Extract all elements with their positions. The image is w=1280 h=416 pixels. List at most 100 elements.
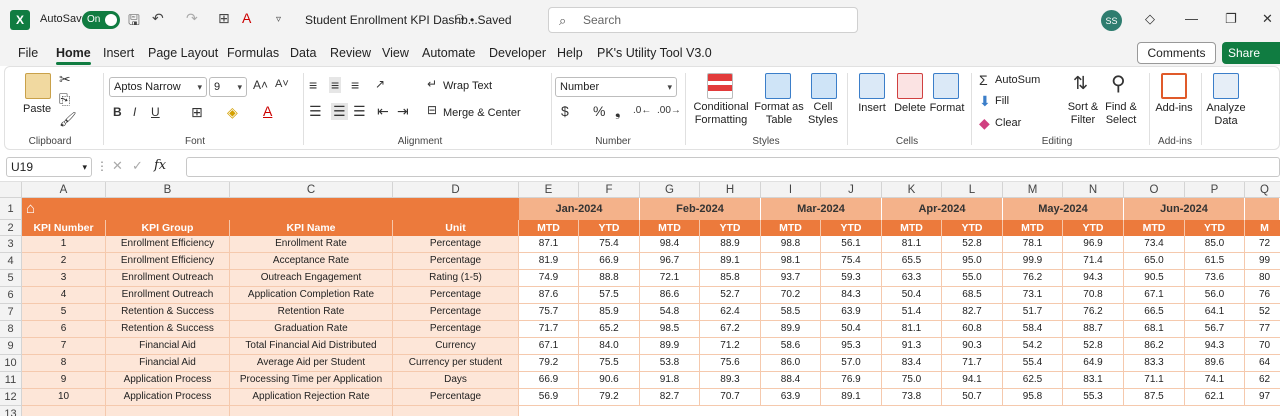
value-cell[interactable]: 67.2 bbox=[700, 321, 761, 338]
value-cell[interactable]: 98.4 bbox=[640, 236, 700, 253]
analyze-data-icon[interactable] bbox=[1213, 73, 1239, 99]
period-header[interactable]: MTD bbox=[1124, 220, 1185, 236]
value-cell[interactable]: 86.6 bbox=[640, 287, 700, 304]
align-middle-icon[interactable]: ≡ bbox=[329, 77, 342, 93]
value-cell[interactable]: 71.7 bbox=[519, 321, 579, 338]
row-header[interactable]: 12 bbox=[0, 389, 22, 406]
analyze-data-label-1[interactable]: Analyze bbox=[1203, 102, 1249, 115]
value-cell[interactable]: 94.1 bbox=[942, 372, 1003, 389]
saved-status[interactable]: • Saved bbox=[470, 13, 512, 27]
value-cell[interactable]: 50.4 bbox=[821, 321, 882, 338]
border-icon[interactable]: ⊞ bbox=[191, 104, 203, 121]
tab-formulas[interactable]: Formulas bbox=[227, 46, 279, 60]
value-cell[interactable]: 71.7 bbox=[942, 355, 1003, 372]
value-cell[interactable]: 88.9 bbox=[700, 236, 761, 253]
table-cell[interactable]: Application Process bbox=[106, 372, 230, 389]
analyze-data-label-2[interactable]: Data bbox=[1203, 115, 1249, 128]
tab-utility-tool[interactable]: PK's Utility Tool V3.0 bbox=[597, 46, 712, 60]
insert-function-icon[interactable]: fx bbox=[154, 158, 166, 173]
tab-page-layout[interactable]: Page Layout bbox=[148, 46, 218, 60]
table-cell[interactable]: 1 bbox=[22, 236, 106, 253]
bold-icon[interactable]: B bbox=[113, 105, 122, 119]
tab-insert[interactable]: Insert bbox=[103, 46, 134, 60]
value-cell[interactable]: 82.7 bbox=[640, 389, 700, 406]
row-header[interactable]: 5 bbox=[0, 270, 22, 287]
row-header[interactable]: 7 bbox=[0, 304, 22, 321]
value-cell[interactable]: 54.8 bbox=[640, 304, 700, 321]
period-header[interactable]: YTD bbox=[1063, 220, 1124, 236]
value-cell[interactable]: 70.2 bbox=[761, 287, 821, 304]
value-cell[interactable]: 56.7 bbox=[1185, 321, 1245, 338]
value-cell[interactable]: 96.9 bbox=[1063, 236, 1124, 253]
value-cell[interactable]: 91.8 bbox=[640, 372, 700, 389]
value-cell[interactable]: 52 bbox=[1245, 304, 1280, 321]
value-cell[interactable]: 57.0 bbox=[821, 355, 882, 372]
value-cell[interactable]: 72.1 bbox=[640, 270, 700, 287]
sort-filter-label-1[interactable]: Sort & bbox=[1063, 101, 1103, 114]
table-cell[interactable]: Enrollment Outreach bbox=[106, 270, 230, 287]
column-header[interactable]: H bbox=[700, 182, 761, 198]
column-header[interactable]: I bbox=[761, 182, 821, 198]
value-cell[interactable]: 70.8 bbox=[1063, 287, 1124, 304]
period-header[interactable]: MTD bbox=[519, 220, 579, 236]
column-header[interactable]: O bbox=[1124, 182, 1185, 198]
value-cell[interactable]: 65.5 bbox=[882, 253, 942, 270]
value-cell[interactable]: 84.3 bbox=[821, 287, 882, 304]
table-cell[interactable]: Percentage bbox=[393, 236, 519, 253]
value-cell[interactable]: 76.2 bbox=[1063, 304, 1124, 321]
column-header[interactable]: A bbox=[22, 182, 106, 198]
value-cell[interactable]: 56.1 bbox=[821, 236, 882, 253]
value-cell[interactable]: 79.2 bbox=[579, 389, 640, 406]
value-cell[interactable]: 83.1 bbox=[1063, 372, 1124, 389]
autosave-toggle[interactable]: On bbox=[82, 11, 120, 29]
table-cell[interactable]: Rating (1-5) bbox=[393, 270, 519, 287]
clear-icon[interactable]: ◆ bbox=[979, 115, 990, 132]
font-color-icon[interactable]: A bbox=[263, 103, 272, 119]
value-cell[interactable]: 93.7 bbox=[761, 270, 821, 287]
value-cell[interactable]: 65.0 bbox=[1124, 253, 1185, 270]
indent-icon[interactable]: ⇤ bbox=[377, 103, 389, 120]
row-header[interactable]: 2 bbox=[0, 220, 22, 236]
restore-icon[interactable]: ❐ bbox=[1225, 11, 1237, 27]
cancel-icon[interactable]: ✕ bbox=[112, 158, 123, 174]
period-header[interactable]: YTD bbox=[1185, 220, 1245, 236]
font-size-select[interactable]: 9 ▾ bbox=[209, 77, 247, 97]
value-cell[interactable]: 95.3 bbox=[821, 338, 882, 355]
table-cell[interactable]: 5 bbox=[22, 304, 106, 321]
value-cell[interactable]: 98.8 bbox=[761, 236, 821, 253]
value-cell[interactable]: 60.8 bbox=[942, 321, 1003, 338]
value-cell[interactable]: 74.9 bbox=[519, 270, 579, 287]
period-header[interactable]: MTD bbox=[640, 220, 700, 236]
orientation-icon[interactable]: ↗ bbox=[375, 77, 385, 91]
table-cell[interactable]: Days bbox=[393, 372, 519, 389]
value-cell[interactable]: 67.1 bbox=[519, 338, 579, 355]
table-cell[interactable]: Retention Rate bbox=[230, 304, 393, 321]
column-header[interactable]: C bbox=[230, 182, 393, 198]
tab-developer[interactable]: Developer bbox=[489, 46, 546, 60]
value-cell[interactable]: 53.8 bbox=[640, 355, 700, 372]
value-cell[interactable]: 52.7 bbox=[700, 287, 761, 304]
value-cell[interactable]: 85.9 bbox=[579, 304, 640, 321]
value-cell[interactable]: 86.0 bbox=[761, 355, 821, 372]
percent-icon[interactable]: % bbox=[593, 103, 605, 119]
currency-icon[interactable]: $ bbox=[561, 103, 569, 119]
conditional-formatting-label-1[interactable]: Conditional bbox=[689, 101, 753, 114]
table-cell[interactable]: Graduation Rate bbox=[230, 321, 393, 338]
value-cell[interactable]: 74.1 bbox=[1185, 372, 1245, 389]
home-icon[interactable]: ⌂ bbox=[26, 200, 46, 218]
value-cell[interactable]: 63.3 bbox=[882, 270, 942, 287]
row-header[interactable]: 1 bbox=[0, 198, 22, 220]
table-cell[interactable] bbox=[393, 406, 519, 416]
value-cell[interactable]: 91.3 bbox=[882, 338, 942, 355]
table-header[interactable]: KPI Group bbox=[106, 220, 230, 236]
fill-icon[interactable]: ⬇ bbox=[979, 93, 991, 110]
comments-button[interactable]: Comments bbox=[1137, 42, 1216, 64]
wrap-text-label[interactable]: Wrap Text bbox=[443, 80, 492, 93]
period-header[interactable]: YTD bbox=[579, 220, 640, 236]
value-cell[interactable]: 75.5 bbox=[579, 355, 640, 372]
value-cell[interactable]: 76.2 bbox=[1003, 270, 1063, 287]
value-cell[interactable]: 71.1 bbox=[1124, 372, 1185, 389]
format-as-table-icon[interactable] bbox=[765, 73, 791, 99]
find-select-label-1[interactable]: Find & bbox=[1101, 101, 1141, 114]
paste-label[interactable]: Paste bbox=[23, 103, 51, 116]
